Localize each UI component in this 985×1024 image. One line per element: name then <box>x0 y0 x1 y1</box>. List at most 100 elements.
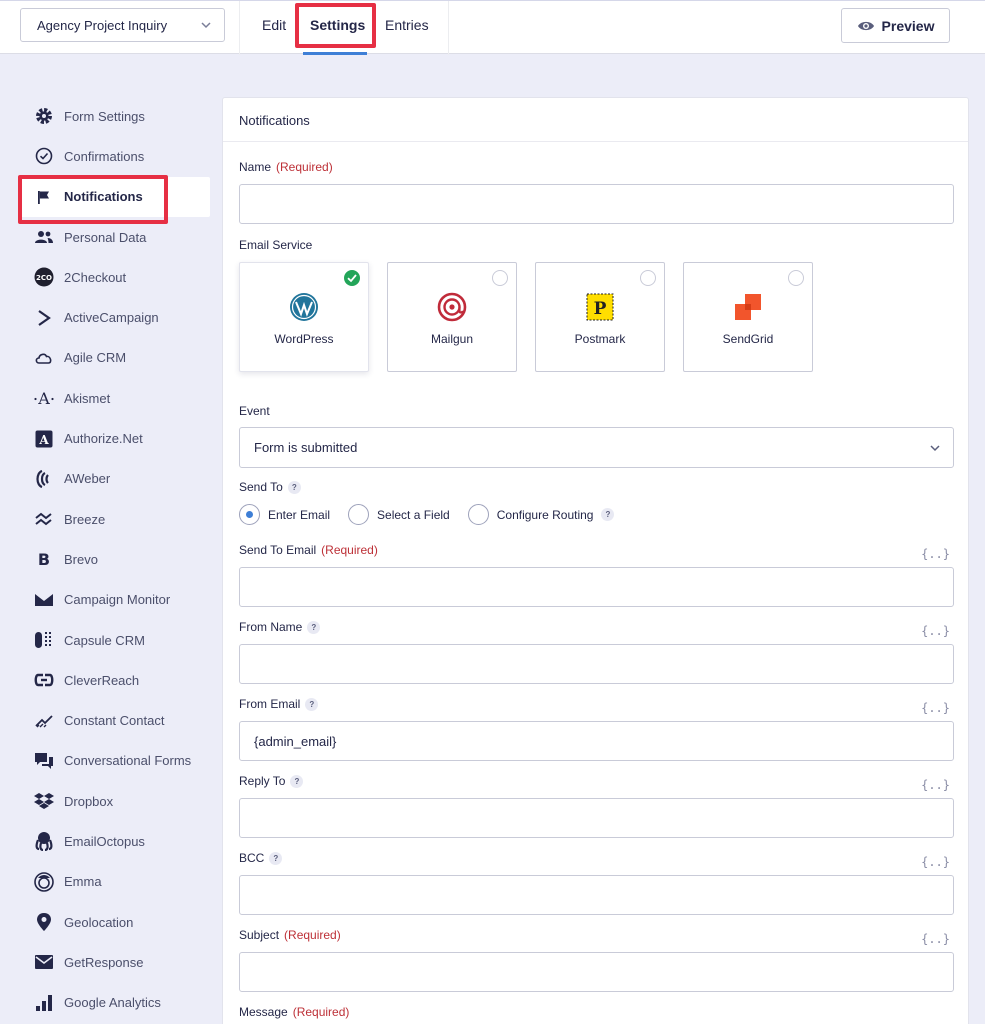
required-tag: (Required) <box>292 1005 350 1019</box>
merge-tags-icon[interactable]: {..} <box>921 547 950 561</box>
from-name-label: From Name ? <box>239 620 321 634</box>
radio-button[interactable] <box>467 504 489 525</box>
chat-icon <box>34 751 54 771</box>
sidebar-item-akismet[interactable]: A Akismet <box>20 378 210 418</box>
help-icon[interactable]: ? <box>287 480 301 494</box>
sidebar-item-breeze[interactable]: Breeze <box>20 499 210 539</box>
message-label: Message (Required) <box>239 1005 350 1019</box>
sendgrid-logo-icon <box>735 294 761 320</box>
radio-button[interactable] <box>239 504 260 525</box>
check-circle-icon <box>34 146 54 166</box>
wordpress-logo-icon <box>290 293 318 321</box>
service-radio[interactable] <box>640 270 656 286</box>
radio-button[interactable] <box>348 504 370 525</box>
event-select[interactable]: Form is submitted <box>239 427 954 468</box>
help-icon[interactable]: ? <box>307 620 321 634</box>
service-label: SendGrid <box>722 332 774 346</box>
cloud-icon <box>34 348 54 368</box>
help-icon[interactable]: ? <box>269 851 283 865</box>
required-tag: (Required) <box>284 928 341 942</box>
notifications-panel: Notifications Name (Required) Email Serv… <box>222 97 969 1024</box>
sidebar-item-activecampaign[interactable]: ActiveCampaign <box>20 297 210 337</box>
settings-highlight-box <box>295 3 376 48</box>
help-icon[interactable]: ? <box>305 697 319 711</box>
service-wordpress[interactable]: WordPress <box>239 262 369 372</box>
tab-edit[interactable]: Edit <box>262 17 286 33</box>
email-service-label: Email Service <box>239 238 313 252</box>
akismet-icon: A <box>34 388 54 408</box>
sidebar-item-getresponse[interactable]: GetResponse <box>20 942 210 982</box>
from-email-input[interactable]: {admin_email} <box>239 721 954 761</box>
tab-entries[interactable]: Entries <box>385 17 429 33</box>
name-input[interactable] <box>239 184 954 224</box>
send-to-email-input[interactable] <box>239 567 954 607</box>
sidebar-item-google-analytics[interactable]: Google Analytics <box>20 983 210 1023</box>
envelope-icon <box>34 952 54 972</box>
sidebar-item-brevo[interactable]: B Brevo <box>20 539 210 579</box>
send-to-options: Enter Email Select a Field Configure Rou… <box>239 504 632 525</box>
svg-text:2CO: 2CO <box>36 274 52 282</box>
service-radio[interactable] <box>788 270 804 286</box>
aweber-icon <box>34 469 54 489</box>
service-label: Mailgun <box>430 332 474 346</box>
reply-to-input[interactable] <box>239 798 954 838</box>
event-label: Event <box>239 404 270 418</box>
merge-tags-icon[interactable]: {..} <box>921 624 950 638</box>
breeze-icon <box>34 509 54 529</box>
sidebar-item-emma[interactable]: Emma <box>20 862 210 902</box>
radio-enter-email[interactable]: Enter Email <box>239 504 330 525</box>
service-radio[interactable] <box>492 270 508 286</box>
svg-text:B: B <box>38 550 50 568</box>
sidebar-item-conversational-forms[interactable]: Conversational Forms <box>20 741 210 781</box>
eye-icon <box>857 21 874 30</box>
radio-select-a-field[interactable]: Select a Field <box>348 504 450 525</box>
sidebar-item-emailoctopus[interactable]: EmailOctopus <box>20 821 210 861</box>
service-mailgun[interactable]: Mailgun <box>387 262 517 372</box>
dropbox-icon <box>34 791 54 811</box>
sidebar-item-dropbox[interactable]: Dropbox <box>20 781 210 821</box>
sidebar-item-agile-crm[interactable]: Agile CRM <box>20 338 210 378</box>
activecampaign-icon <box>34 308 54 328</box>
constant-contact-icon <box>34 711 54 731</box>
cleverreach-icon <box>34 670 54 690</box>
merge-tags-icon[interactable]: {..} <box>921 932 950 946</box>
required-tag: (Required) <box>321 543 378 557</box>
bcc-input[interactable] <box>239 875 954 915</box>
chevron-down-icon <box>930 445 940 452</box>
form-selector-label: Agency Project Inquiry <box>37 17 168 33</box>
sidebar-item-confirmations[interactable]: Confirmations <box>20 136 210 176</box>
settings-sidebar: Form Settings Confirmations Notification… <box>20 96 210 1023</box>
service-sendgrid[interactable]: SendGrid <box>683 262 813 372</box>
sidebar-item-cleverreach[interactable]: CleverReach <box>20 660 210 700</box>
chevron-down-icon <box>201 22 211 29</box>
service-postmark[interactable]: P Postmark <box>535 262 665 372</box>
sidebar-item-capsule-crm[interactable]: Capsule CRM <box>20 620 210 660</box>
checkmark-icon <box>344 270 360 286</box>
form-selector[interactable]: Agency Project Inquiry <box>20 8 225 42</box>
event-select-value: Form is submitted <box>254 440 358 455</box>
radio-configure-routing[interactable]: Configure Routing ? <box>467 504 615 525</box>
svg-text:P: P <box>594 299 607 319</box>
merge-tags-icon[interactable]: {..} <box>921 701 950 715</box>
sidebar-item-aweber[interactable]: AWeber <box>20 459 210 499</box>
top-bar: Agency Project Inquiry Edit Settings Ent… <box>0 0 985 55</box>
sidebar-item-2checkout[interactable]: 2CO 2Checkout <box>20 257 210 297</box>
preview-button[interactable]: Preview <box>841 8 950 43</box>
bcc-label: BCC ? <box>239 851 283 865</box>
from-name-input[interactable] <box>239 644 954 684</box>
sidebar-item-authorize-net[interactable]: A Authorize.Net <box>20 418 210 458</box>
sidebar-item-campaign-monitor[interactable]: Campaign Monitor <box>20 580 210 620</box>
help-icon[interactable]: ? <box>290 774 304 788</box>
merge-tags-icon[interactable]: {..} <box>921 778 950 792</box>
notifications-highlight-box <box>18 175 168 224</box>
sidebar-item-constant-contact[interactable]: Constant Contact <box>20 700 210 740</box>
help-icon[interactable]: ? <box>601 508 615 521</box>
subject-input[interactable] <box>239 952 954 992</box>
sidebar-item-form-settings[interactable]: Form Settings <box>20 96 210 136</box>
emma-icon <box>34 871 54 892</box>
merge-tags-icon[interactable]: {..} <box>921 855 950 869</box>
from-email-label: From Email ? <box>239 697 319 711</box>
sidebar-item-geolocation[interactable]: Geolocation <box>20 902 210 942</box>
mailgun-logo-icon <box>437 292 467 322</box>
gear-icon <box>34 106 54 126</box>
